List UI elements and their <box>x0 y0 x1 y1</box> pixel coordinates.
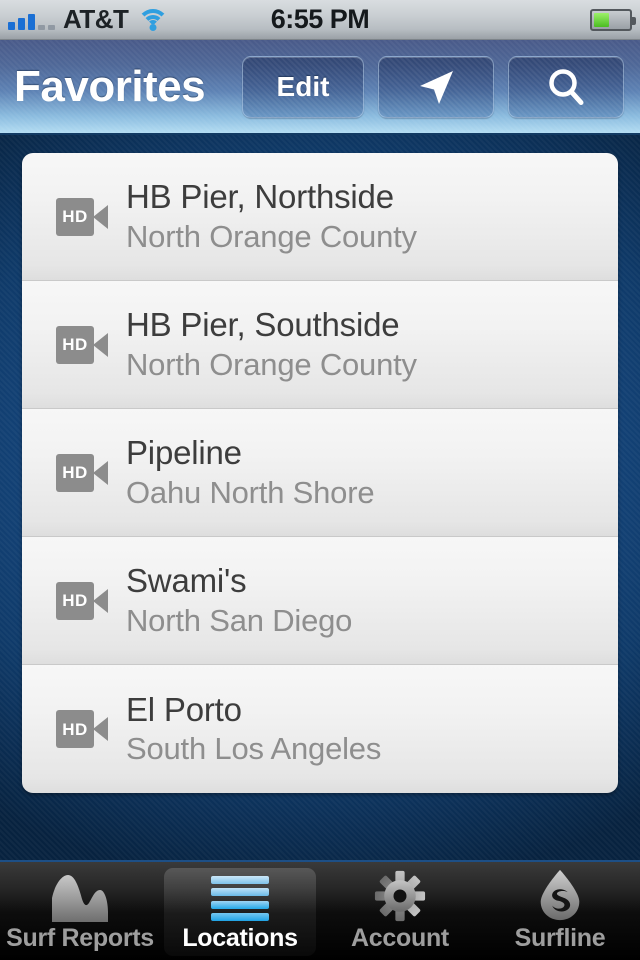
hd-badge-label: HD <box>62 335 88 354</box>
hd-video-icon: HD <box>56 453 108 492</box>
tab-label: Locations <box>182 923 298 952</box>
tab-label: Surf Reports <box>6 923 154 952</box>
list-item[interactable]: HD Pipeline Oahu North Shore <box>22 409 618 537</box>
gear-icon <box>372 870 428 922</box>
tab-label: Account <box>351 923 449 952</box>
hd-video-icon: HD <box>56 197 108 236</box>
hd-camera-badge: HD <box>56 710 118 748</box>
tab-bar: Surf Reports Locations Account Surfline <box>0 860 640 960</box>
water-drop-logo-icon <box>535 869 585 922</box>
list-item-text: HB Pier, Northside North Orange County <box>118 177 618 255</box>
locate-me-button[interactable] <box>378 55 494 118</box>
list-item-subtitle: North San Diego <box>126 602 353 638</box>
favorites-list[interactable]: HD HB Pier, Northside North Orange Count… <box>22 153 618 793</box>
list-item-title: El Porto <box>126 690 242 728</box>
status-bar-clock: 6:55 PM <box>270 4 370 34</box>
hd-camera-badge: HD <box>56 581 118 620</box>
hd-camera-badge: HD <box>56 453 118 492</box>
hd-video-icon: HD <box>56 325 108 364</box>
status-bar: AT&T 6:55 PM <box>0 0 640 40</box>
list-item-text: El Porto South Los Angeles <box>118 690 618 768</box>
app-screen: AT&T 6:55 PM Favorites Edit HD HB Pier, … <box>0 0 640 960</box>
tab-label: Surfline <box>514 923 606 952</box>
battery-icon <box>590 9 636 31</box>
hd-video-icon: HD <box>56 581 108 620</box>
list-item-subtitle: South Los Angeles <box>126 731 382 767</box>
content-area: HD HB Pier, Northside North Orange Count… <box>0 135 640 860</box>
list-item[interactable]: HD HB Pier, Northside North Orange Count… <box>22 153 618 281</box>
tab-surfline[interactable]: Surfline <box>480 862 640 960</box>
page-title: Favorites <box>14 61 206 111</box>
list-item-title: Swami's <box>126 562 247 600</box>
list-item-text: Swami's North San Diego <box>118 561 618 639</box>
list-item-title: HB Pier, Southside <box>126 306 400 344</box>
tab-account[interactable]: Account <box>320 862 480 960</box>
hd-badge-label: HD <box>62 207 88 226</box>
list-item[interactable]: HD HB Pier, Southside North Orange Count… <box>22 281 618 409</box>
edit-button[interactable]: Edit <box>242 55 364 118</box>
navigation-bar: Favorites Edit <box>0 40 640 135</box>
edit-button-label: Edit <box>276 70 330 102</box>
list-item-title: HB Pier, Northside <box>126 178 394 216</box>
tab-surf-reports[interactable]: Surf Reports <box>0 862 160 960</box>
list-item[interactable]: HD Swami's North San Diego <box>22 537 618 665</box>
list-item-text: Pipeline Oahu North Shore <box>118 433 618 511</box>
list-item-text: HB Pier, Southside North Orange County <box>118 305 618 383</box>
search-button[interactable] <box>508 55 624 118</box>
hd-camera-badge: HD <box>56 325 118 364</box>
hd-badge-label: HD <box>62 591 88 610</box>
hd-badge-label: HD <box>62 463 88 482</box>
list-item-subtitle: North Orange County <box>126 346 417 382</box>
hd-video-icon: HD <box>56 710 108 748</box>
hd-badge-label: HD <box>62 719 88 739</box>
list-item-subtitle: North Orange County <box>126 218 417 254</box>
location-arrow-icon <box>414 65 458 109</box>
list-lines-icon <box>211 870 269 922</box>
search-icon <box>544 65 588 109</box>
list-item-title: Pipeline <box>126 434 242 472</box>
list-item-subtitle: Oahu North Shore <box>126 474 375 510</box>
hd-camera-badge: HD <box>56 197 118 236</box>
list-item[interactable]: HD El Porto South Los Angeles <box>22 665 618 793</box>
wave-chart-icon <box>48 870 112 922</box>
status-bar-right <box>590 0 636 40</box>
tab-locations[interactable]: Locations <box>160 862 320 960</box>
